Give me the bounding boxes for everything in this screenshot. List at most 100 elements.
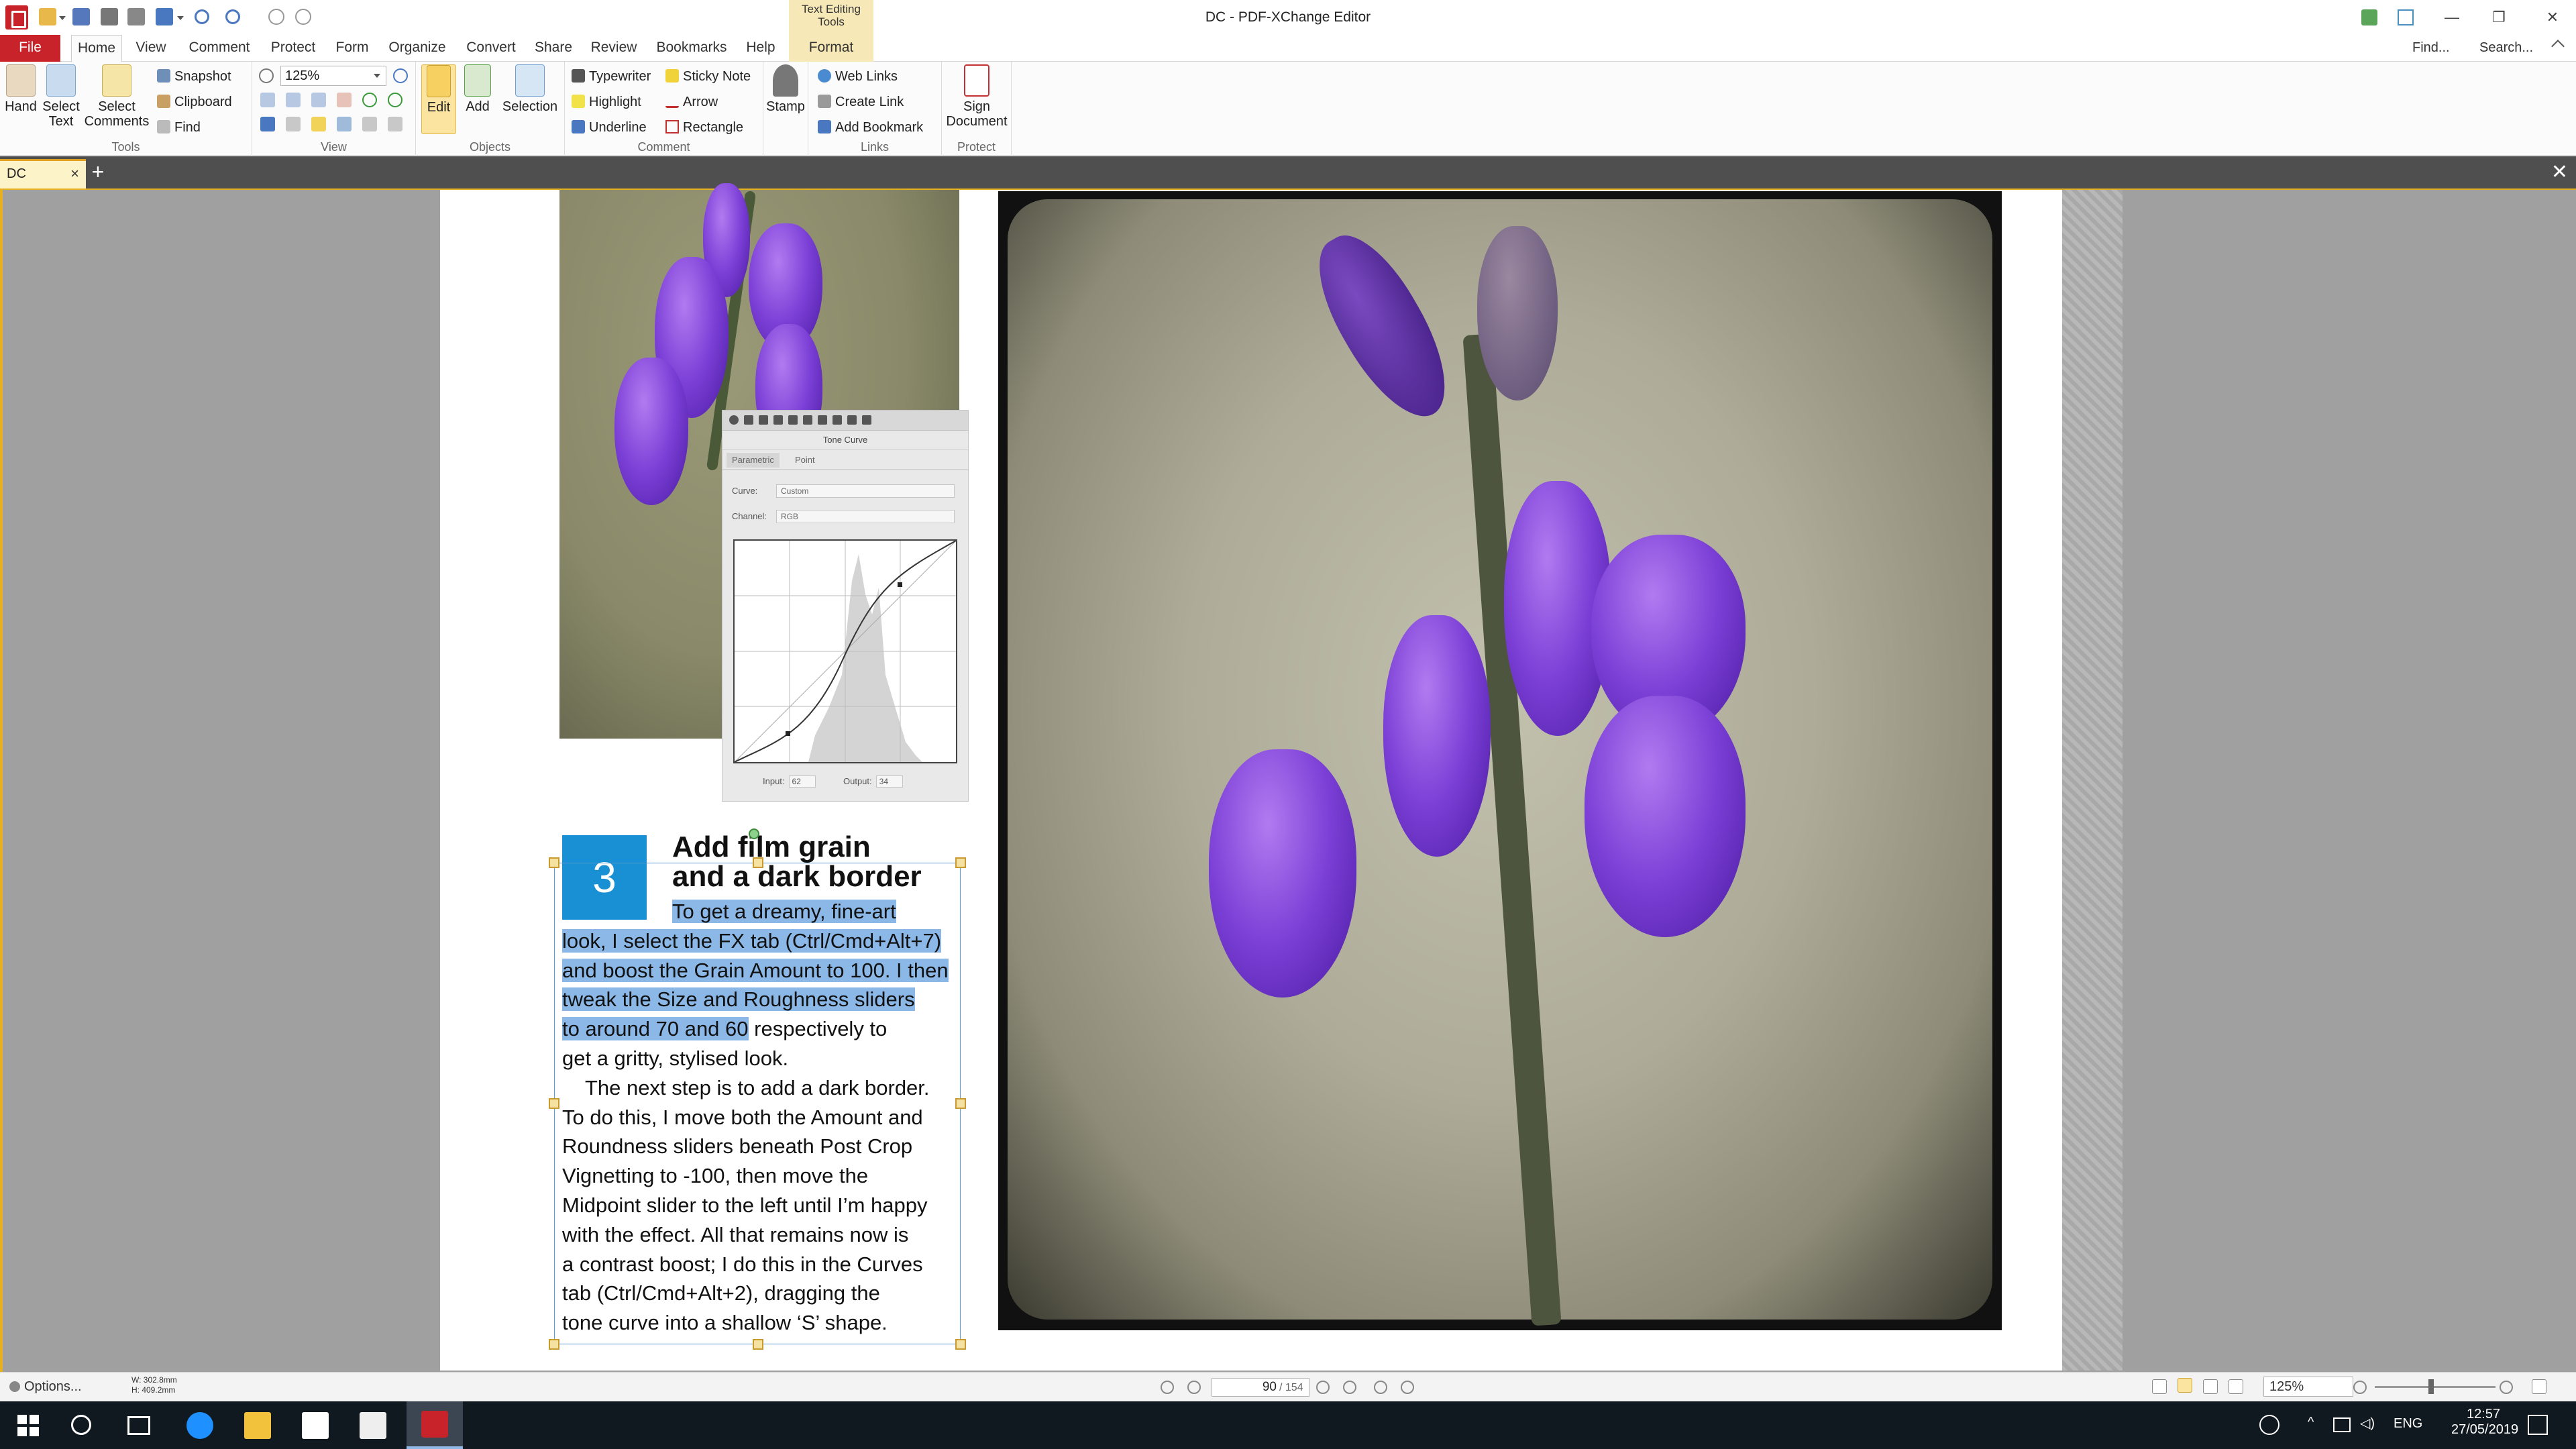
arrow-button[interactable]: Arrow xyxy=(665,91,718,113)
scan-icon[interactable] xyxy=(156,8,173,25)
next-view-icon[interactable] xyxy=(295,9,311,25)
facing-pages-icon[interactable] xyxy=(2203,1379,2218,1394)
rotate-right-icon[interactable] xyxy=(388,93,402,107)
tab-convert[interactable]: Convert xyxy=(459,35,523,62)
zoom-in-icon[interactable] xyxy=(393,68,408,83)
tab-view[interactable]: View xyxy=(129,35,173,62)
resize-handle[interactable] xyxy=(955,857,966,868)
search-button[interactable]: Search... xyxy=(2479,40,2533,56)
rectangle-button[interactable]: Rectangle xyxy=(665,117,743,138)
file-explorer-icon[interactable] xyxy=(244,1412,271,1439)
restore-button[interactable]: ❐ xyxy=(2475,0,2522,35)
close-tab-icon[interactable]: × xyxy=(70,161,79,186)
resize-handle[interactable] xyxy=(549,857,559,868)
typewriter-button[interactable]: Typewriter xyxy=(572,66,651,87)
volume-icon[interactable]: ◁) xyxy=(2360,1415,2375,1432)
fit-width-icon[interactable] xyxy=(311,93,326,107)
pdf-xchange-taskbar-button[interactable] xyxy=(407,1401,463,1449)
fit-visible-icon[interactable] xyxy=(337,93,352,107)
pages-icon[interactable] xyxy=(286,117,301,131)
tab-bookmarks[interactable]: Bookmarks xyxy=(651,35,733,62)
select-text-button[interactable]: Select Text xyxy=(42,64,80,129)
pdf-page[interactable]: Tone Curve Parametric Point Curve: Custo… xyxy=(440,183,2123,1371)
previous-view-icon[interactable] xyxy=(268,9,284,25)
article-body[interactable]: To get a dreamy, fine-art look, I select… xyxy=(562,897,965,1338)
open-icon[interactable] xyxy=(39,8,56,25)
document-view[interactable]: Tone Curve Parametric Point Curve: Custo… xyxy=(0,183,2576,1372)
close-all-icon[interactable]: ✕ xyxy=(2551,160,2568,184)
tab-protect[interactable]: Protect xyxy=(264,35,322,62)
status-zoom-in-icon[interactable] xyxy=(2500,1381,2513,1394)
status-zoom-combo[interactable]: 125% xyxy=(2263,1377,2353,1397)
resize-handle[interactable] xyxy=(753,1339,763,1350)
task-view-icon[interactable] xyxy=(127,1416,150,1435)
previous-view-icon[interactable] xyxy=(1374,1381,1387,1394)
comments-icon[interactable] xyxy=(311,117,326,131)
tab-file[interactable]: File xyxy=(0,35,60,62)
layers-icon[interactable] xyxy=(337,117,352,131)
previous-page-icon[interactable] xyxy=(1187,1381,1201,1394)
language-indicator[interactable]: ENG xyxy=(2394,1416,2422,1432)
fit-page-icon[interactable] xyxy=(286,93,301,107)
tab-form[interactable]: Form xyxy=(329,35,376,62)
continuous-page-icon[interactable] xyxy=(2178,1378,2192,1393)
tab-help[interactable]: Help xyxy=(739,35,782,62)
layout-icon[interactable] xyxy=(2398,9,2414,25)
tab-review[interactable]: Review xyxy=(584,35,644,62)
battery-icon[interactable] xyxy=(2333,1417,2351,1432)
next-view-icon[interactable] xyxy=(1401,1381,1414,1394)
store-icon[interactable] xyxy=(302,1412,329,1439)
clipboard-button[interactable]: Clipboard xyxy=(157,91,232,113)
tab-comment[interactable]: Comment xyxy=(181,35,258,62)
save-icon[interactable] xyxy=(72,8,90,25)
find-tool-button[interactable]: Find xyxy=(157,117,201,138)
selection-button[interactable]: Selection xyxy=(498,64,562,114)
page-number-box[interactable]: 90/ 154 xyxy=(1212,1378,1309,1397)
rotate-left-icon[interactable] xyxy=(362,93,377,107)
fullscreen-icon[interactable] xyxy=(2532,1379,2546,1394)
search-icon[interactable] xyxy=(71,1415,91,1435)
redo-icon[interactable] xyxy=(225,9,240,24)
links-pane-icon[interactable] xyxy=(362,117,377,131)
status-zoom-out-icon[interactable] xyxy=(2353,1381,2367,1394)
last-page-icon[interactable] xyxy=(1343,1381,1356,1394)
current-page-input[interactable]: 90 xyxy=(1212,1379,1279,1396)
sign-document-button[interactable]: Sign Document xyxy=(946,64,1008,129)
tab-home[interactable]: Home xyxy=(71,35,122,62)
launch-icon[interactable] xyxy=(2361,9,2377,25)
bookmark-icon[interactable] xyxy=(260,117,275,131)
new-tab-button[interactable]: + xyxy=(87,161,109,183)
find-button[interactable]: Find... xyxy=(2412,40,2450,56)
actual-size-icon[interactable] xyxy=(260,93,275,107)
web-links-button[interactable]: Web Links xyxy=(818,66,898,87)
zoom-combo[interactable]: 125% xyxy=(280,66,386,86)
hand-tool-button[interactable]: Hand xyxy=(1,64,40,114)
add-bookmark-button[interactable]: Add Bookmark xyxy=(818,117,923,138)
snapshot-button[interactable]: Snapshot xyxy=(157,66,231,87)
underline-button[interactable]: Underline xyxy=(572,117,647,138)
rotate-handle[interactable] xyxy=(749,828,759,839)
facing-continuous-icon[interactable] xyxy=(2229,1379,2243,1394)
start-button[interactable] xyxy=(15,1412,42,1439)
sticky-note-button[interactable]: Sticky Note xyxy=(665,66,751,87)
print-icon[interactable] xyxy=(101,8,118,25)
resize-handle[interactable] xyxy=(955,1339,966,1350)
highlight-button[interactable]: Highlight xyxy=(572,91,641,113)
print-preview-icon[interactable] xyxy=(127,8,145,25)
create-link-button[interactable]: Create Link xyxy=(818,91,904,113)
resize-handle[interactable] xyxy=(549,1098,559,1109)
minimize-button[interactable]: — xyxy=(2428,0,2475,35)
mail-icon[interactable] xyxy=(360,1412,386,1439)
resize-handle[interactable] xyxy=(549,1339,559,1350)
notifications-icon[interactable] xyxy=(2528,1415,2548,1435)
zoom-slider-track[interactable] xyxy=(2375,1386,2496,1388)
undo-icon[interactable] xyxy=(195,9,209,24)
options-button[interactable]: Options... xyxy=(9,1379,82,1395)
tab-format[interactable]: Format xyxy=(789,35,873,62)
first-page-icon[interactable] xyxy=(1161,1381,1174,1394)
people-icon[interactable] xyxy=(2259,1415,2279,1435)
show-hidden-icons-icon[interactable]: ^ xyxy=(2308,1415,2314,1430)
document-tab[interactable]: DC × xyxy=(0,159,86,189)
tab-share[interactable]: Share xyxy=(530,35,577,62)
next-page-icon[interactable] xyxy=(1316,1381,1330,1394)
